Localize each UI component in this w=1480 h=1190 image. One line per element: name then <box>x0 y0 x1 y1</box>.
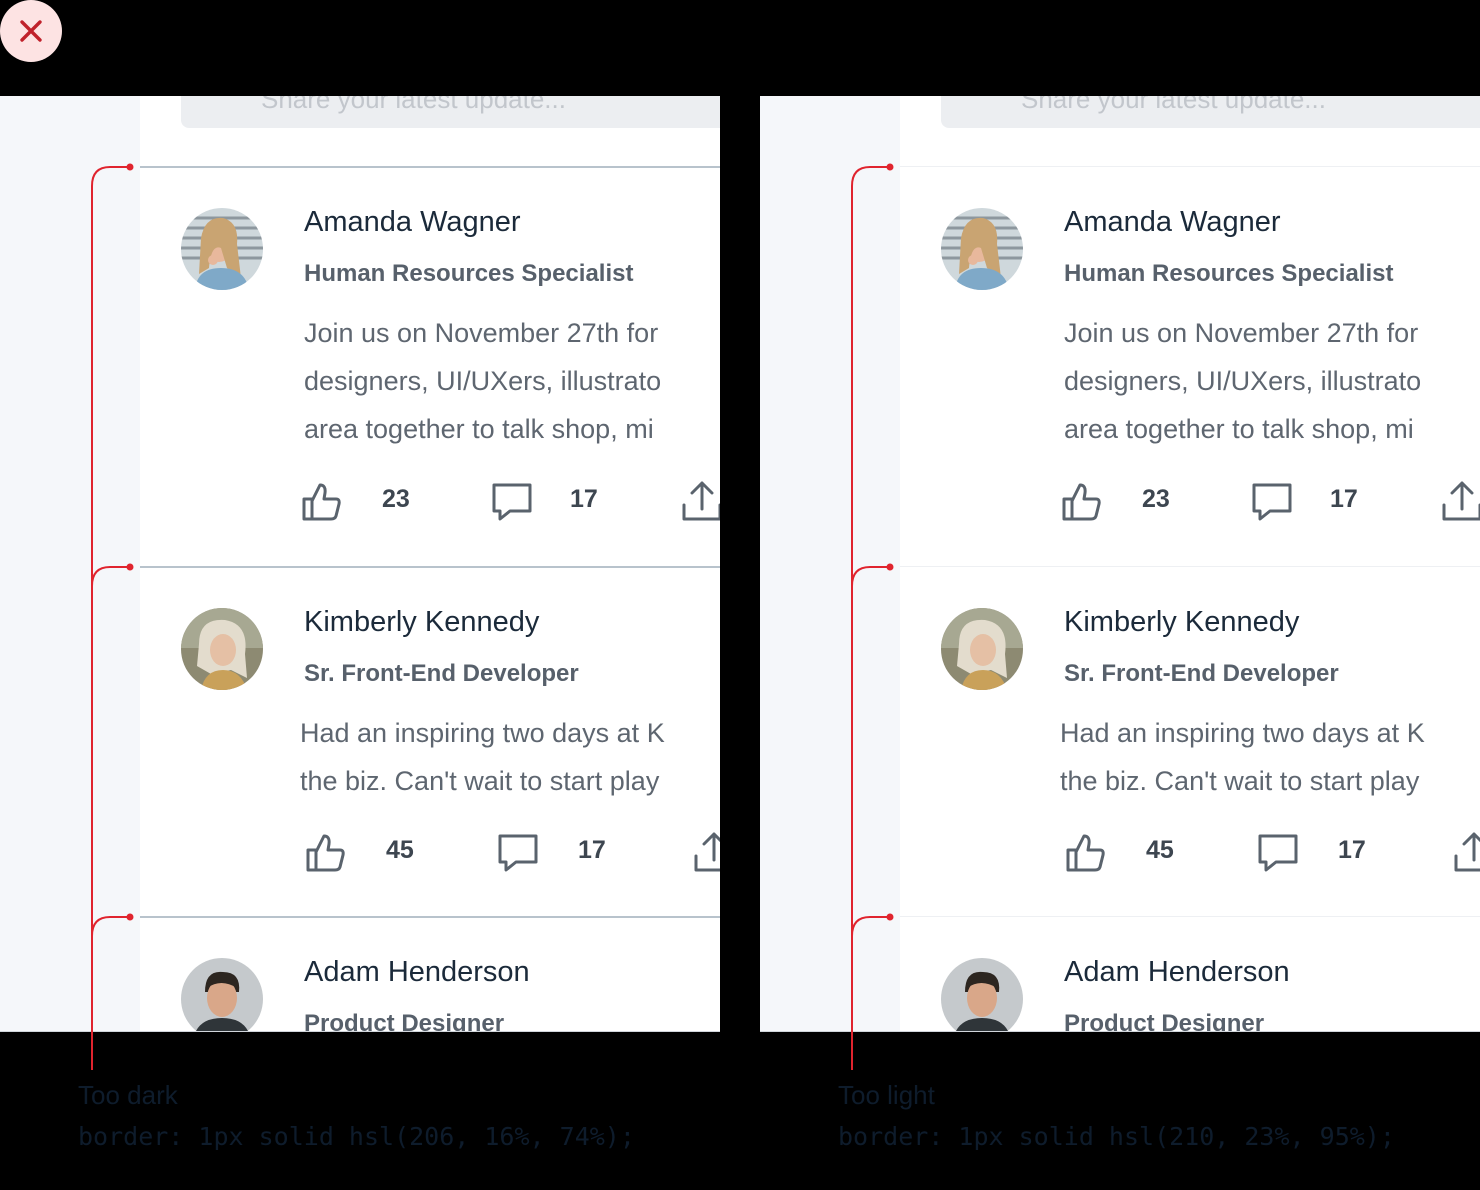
annotation-label: Too dark <box>78 1080 178 1110</box>
comment-icon <box>1258 834 1298 872</box>
avatar[interactable] <box>181 208 263 290</box>
share-icon <box>682 481 720 521</box>
share-button[interactable] <box>1440 479 1480 528</box>
share-icon <box>694 832 720 872</box>
post-body-line: Had an inspiring two days at K <box>1060 718 1425 748</box>
comment-icon <box>492 483 532 521</box>
author-name[interactable]: Kimberly Kennedy <box>1064 606 1299 639</box>
annotation-bracket <box>91 163 134 1070</box>
like-button[interactable] <box>1064 830 1108 879</box>
author-role: Product Designer <box>304 1010 505 1032</box>
post-actions: 45 17 <box>1060 830 1480 880</box>
share-icon <box>1442 481 1480 521</box>
post-body-line: area together to talk shop, mi <box>304 414 654 444</box>
post-body-line: designers, UI/UXers, illustrato <box>1064 366 1422 396</box>
like-count: 45 <box>386 836 414 864</box>
composer-placeholder: Share your latest update... <box>1021 96 1326 114</box>
like-count: 45 <box>1146 836 1174 864</box>
feed-post: Adam Henderson Product Designer <box>900 916 1480 1031</box>
composer-input[interactable]: Share your latest update... <box>181 96 720 128</box>
comment-button[interactable] <box>1250 479 1294 528</box>
comment-button[interactable] <box>496 830 540 879</box>
annotation-code: border: 1px solid hsl(206, 16%, 74%); <box>78 1122 635 1151</box>
composer-input[interactable]: Share your latest update... <box>941 96 1480 128</box>
post-body-line: Join us on November 27th for <box>304 318 659 348</box>
close-icon <box>20 20 42 42</box>
comment-button[interactable] <box>490 479 534 528</box>
post-body-line: Had an inspiring two days at K <box>300 718 665 748</box>
feed-post: Adam Henderson Product Designer <box>140 916 720 1031</box>
share-button[interactable] <box>692 830 720 879</box>
comment-count: 17 <box>1338 836 1366 864</box>
author-role: Human Resources Specialist <box>1064 260 1394 287</box>
like-button[interactable] <box>300 479 344 528</box>
share-icon <box>1454 832 1480 872</box>
post-body: Join us on November 27th for designers, … <box>304 309 661 453</box>
post-body: Join us on November 27th for designers, … <box>1064 309 1421 453</box>
post-body-line: the biz. Can't wait to start play <box>300 766 660 796</box>
like-button[interactable] <box>1060 479 1104 528</box>
feed-post: Amanda Wagner Human Resources Specialist… <box>140 166 720 566</box>
like-count: 23 <box>1142 485 1170 513</box>
thumbs-up-icon <box>1066 834 1105 872</box>
feed-post: Amanda Wagner Human Resources Specialist… <box>900 166 1480 566</box>
author-name[interactable]: Amanda Wagner <box>1064 206 1281 239</box>
feed-post: Kimberly Kennedy Sr. Front-End Developer… <box>900 566 1480 916</box>
avatar[interactable] <box>181 958 263 1031</box>
status-badge <box>0 0 62 62</box>
post-actions: 45 17 <box>300 830 720 880</box>
author-role: Human Resources Specialist <box>304 260 634 287</box>
post-body-line: designers, UI/UXers, illustrato <box>304 366 662 396</box>
comment-count: 17 <box>578 836 606 864</box>
annotation-code: border: 1px solid hsl(210, 23%, 95%); <box>838 1122 1395 1151</box>
avatar[interactable] <box>941 608 1023 690</box>
author-name[interactable]: Amanda Wagner <box>304 206 521 239</box>
avatar[interactable] <box>941 958 1023 1031</box>
feed-post: Kimberly Kennedy Sr. Front-End Developer… <box>140 566 720 916</box>
author-name[interactable]: Adam Henderson <box>304 956 530 989</box>
annotation-label: Too light <box>838 1080 935 1110</box>
like-count: 23 <box>382 485 410 513</box>
share-button[interactable] <box>1452 830 1480 879</box>
post-body-line: the biz. Can't wait to start play <box>1060 766 1420 796</box>
thumbs-up-icon <box>1062 483 1101 521</box>
thumbs-up-icon <box>302 483 341 521</box>
author-name[interactable]: Adam Henderson <box>1064 956 1290 989</box>
post-actions: 23 17 <box>1060 479 1480 529</box>
post-body: Had an inspiring two days at K the biz. … <box>300 709 665 805</box>
thumbs-up-icon <box>306 834 345 872</box>
comment-button[interactable] <box>1256 830 1300 879</box>
post-body-line: area together to talk shop, mi <box>1064 414 1414 444</box>
composer-placeholder: Share your latest update... <box>261 96 566 114</box>
comment-count: 17 <box>1330 485 1358 513</box>
comment-icon <box>498 834 538 872</box>
post-body-line: Join us on November 27th for <box>1064 318 1419 348</box>
author-role: Product Designer <box>1064 1010 1265 1032</box>
comment-icon <box>1252 483 1292 521</box>
annotation-bracket <box>851 163 894 1070</box>
post-actions: 23 17 <box>300 479 720 529</box>
like-button[interactable] <box>304 830 348 879</box>
share-button[interactable] <box>680 479 720 528</box>
avatar[interactable] <box>181 608 263 690</box>
post-body: Had an inspiring two days at K the biz. … <box>1060 709 1425 805</box>
avatar[interactable] <box>941 208 1023 290</box>
comment-count: 17 <box>570 485 598 513</box>
author-role: Sr. Front-End Developer <box>1064 660 1339 687</box>
author-name[interactable]: Kimberly Kennedy <box>304 606 539 639</box>
author-role: Sr. Front-End Developer <box>304 660 579 687</box>
